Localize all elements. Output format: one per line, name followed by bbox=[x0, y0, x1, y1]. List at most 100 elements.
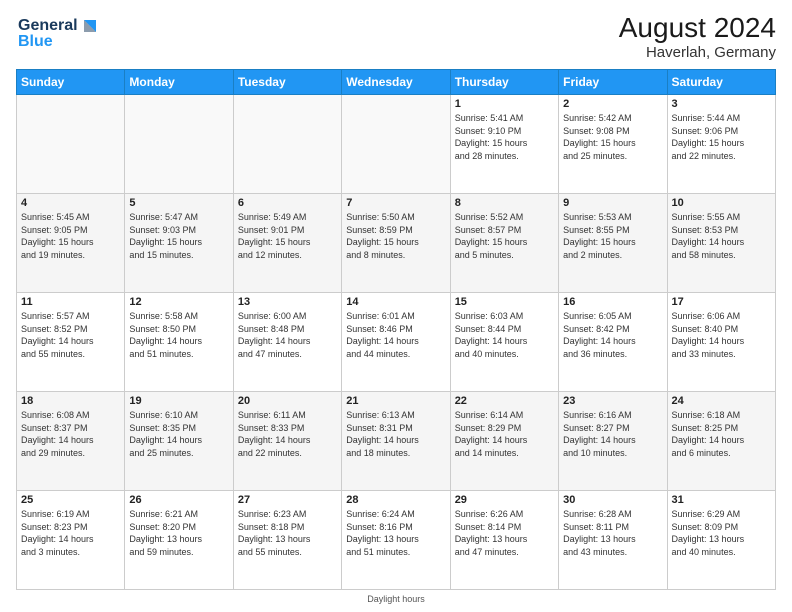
day-number: 5 bbox=[129, 197, 228, 209]
day-cell: 7 Sunrise: 5:50 AM Sunset: 8:59 PM Daylig… bbox=[342, 194, 450, 293]
day-number: 28 bbox=[346, 494, 445, 506]
col-wednesday: Wednesday bbox=[342, 70, 450, 95]
day-number: 13 bbox=[238, 296, 337, 308]
day-info: Sunrise: 6:01 AM Sunset: 8:46 PM Dayligh… bbox=[346, 310, 445, 360]
day-info: Sunrise: 6:00 AM Sunset: 8:48 PM Dayligh… bbox=[238, 310, 337, 360]
day-info: Sunrise: 5:57 AM Sunset: 8:52 PM Dayligh… bbox=[21, 310, 120, 360]
day-info: Sunrise: 5:52 AM Sunset: 8:57 PM Dayligh… bbox=[455, 211, 554, 261]
day-number: 30 bbox=[563, 494, 662, 506]
day-info: Sunrise: 5:42 AM Sunset: 9:08 PM Dayligh… bbox=[563, 112, 662, 162]
day-cell bbox=[342, 95, 450, 194]
day-info: Sunrise: 5:53 AM Sunset: 8:55 PM Dayligh… bbox=[563, 211, 662, 261]
day-number: 25 bbox=[21, 494, 120, 506]
day-number: 16 bbox=[563, 296, 662, 308]
day-cell bbox=[17, 95, 125, 194]
page-container: General Blue August 2024 Haverlah, Germa… bbox=[0, 0, 792, 612]
day-cell: 2Sunrise: 5:42 AM Sunset: 9:08 PM Daylig… bbox=[559, 95, 667, 194]
day-number: 12 bbox=[129, 296, 228, 308]
day-number: 4 bbox=[21, 197, 120, 209]
col-friday: Friday bbox=[559, 70, 667, 95]
day-info: Sunrise: 5:58 AM Sunset: 8:50 PM Dayligh… bbox=[129, 310, 228, 360]
week-row-2: 4 Sunrise: 5:45 AM Sunset: 9:05 PM Daylig… bbox=[17, 194, 776, 293]
day-cell: 8 Sunrise: 5:52 AM Sunset: 8:57 PM Daylig… bbox=[450, 194, 558, 293]
day-cell: 14 Sunrise: 6:01 AM Sunset: 8:46 PM Dayli… bbox=[342, 293, 450, 392]
day-info: Sunrise: 6:28 AM Sunset: 8:11 PM Dayligh… bbox=[563, 508, 662, 558]
day-cell: 1Sunrise: 5:41 AM Sunset: 9:10 PM Daylig… bbox=[450, 95, 558, 194]
logo-icon: General Blue bbox=[16, 12, 106, 54]
col-monday: Monday bbox=[125, 70, 233, 95]
day-cell: 24 Sunrise: 6:18 AM Sunset: 8:25 PM Dayli… bbox=[667, 392, 775, 491]
day-cell: 30 Sunrise: 6:28 AM Sunset: 8:11 PM Dayli… bbox=[559, 491, 667, 590]
day-info: Sunrise: 6:24 AM Sunset: 8:16 PM Dayligh… bbox=[346, 508, 445, 558]
day-number: 8 bbox=[455, 197, 554, 209]
day-cell: 13 Sunrise: 6:00 AM Sunset: 8:48 PM Dayli… bbox=[233, 293, 341, 392]
day-info: Sunrise: 5:41 AM Sunset: 9:10 PM Dayligh… bbox=[455, 112, 554, 162]
day-cell: 18 Sunrise: 6:08 AM Sunset: 8:37 PM Dayli… bbox=[17, 392, 125, 491]
day-info: Sunrise: 6:14 AM Sunset: 8:29 PM Dayligh… bbox=[455, 409, 554, 459]
day-info: Sunrise: 6:16 AM Sunset: 8:27 PM Dayligh… bbox=[563, 409, 662, 459]
day-info: Sunrise: 5:44 AM Sunset: 9:06 PM Dayligh… bbox=[672, 112, 771, 162]
day-number: 7 bbox=[346, 197, 445, 209]
day-cell: 22 Sunrise: 6:14 AM Sunset: 8:29 PM Dayli… bbox=[450, 392, 558, 491]
daylight-label: Daylight hours bbox=[367, 594, 425, 604]
day-number: 14 bbox=[346, 296, 445, 308]
day-cell: 17Sunrise: 6:06 AM Sunset: 8:40 PM Dayli… bbox=[667, 293, 775, 392]
day-info: Sunrise: 6:10 AM Sunset: 8:35 PM Dayligh… bbox=[129, 409, 228, 459]
day-cell: 26Sunrise: 6:21 AM Sunset: 8:20 PM Dayli… bbox=[125, 491, 233, 590]
day-cell: 19Sunrise: 6:10 AM Sunset: 8:35 PM Dayli… bbox=[125, 392, 233, 491]
day-cell: 27Sunrise: 6:23 AM Sunset: 8:18 PM Dayli… bbox=[233, 491, 341, 590]
day-cell: 16Sunrise: 6:05 AM Sunset: 8:42 PM Dayli… bbox=[559, 293, 667, 392]
footer: Daylight hours bbox=[16, 594, 776, 604]
day-cell: 15Sunrise: 6:03 AM Sunset: 8:44 PM Dayli… bbox=[450, 293, 558, 392]
day-info: Sunrise: 6:08 AM Sunset: 8:37 PM Dayligh… bbox=[21, 409, 120, 459]
col-tuesday: Tuesday bbox=[233, 70, 341, 95]
day-cell: 21Sunrise: 6:13 AM Sunset: 8:31 PM Dayli… bbox=[342, 392, 450, 491]
day-info: Sunrise: 6:13 AM Sunset: 8:31 PM Dayligh… bbox=[346, 409, 445, 459]
day-cell: 5 Sunrise: 5:47 AM Sunset: 9:03 PM Daylig… bbox=[125, 194, 233, 293]
day-cell bbox=[125, 95, 233, 194]
week-row-1: 1Sunrise: 5:41 AM Sunset: 9:10 PM Daylig… bbox=[17, 95, 776, 194]
week-row-4: 18 Sunrise: 6:08 AM Sunset: 8:37 PM Dayli… bbox=[17, 392, 776, 491]
day-info: Sunrise: 6:29 AM Sunset: 8:09 PM Dayligh… bbox=[672, 508, 771, 558]
location: Haverlah, Germany bbox=[619, 44, 776, 61]
day-info: Sunrise: 6:18 AM Sunset: 8:25 PM Dayligh… bbox=[672, 409, 771, 459]
calendar-header-row: Sunday Monday Tuesday Wednesday Thursday… bbox=[17, 70, 776, 95]
day-info: Sunrise: 5:55 AM Sunset: 8:53 PM Dayligh… bbox=[672, 211, 771, 261]
day-info: Sunrise: 5:47 AM Sunset: 9:03 PM Dayligh… bbox=[129, 211, 228, 261]
svg-text:General: General bbox=[18, 17, 78, 34]
col-saturday: Saturday bbox=[667, 70, 775, 95]
day-info: Sunrise: 6:21 AM Sunset: 8:20 PM Dayligh… bbox=[129, 508, 228, 558]
day-number: 17 bbox=[672, 296, 771, 308]
header: General Blue August 2024 Haverlah, Germa… bbox=[16, 12, 776, 61]
day-number: 18 bbox=[21, 395, 120, 407]
day-info: Sunrise: 6:26 AM Sunset: 8:14 PM Dayligh… bbox=[455, 508, 554, 558]
col-thursday: Thursday bbox=[450, 70, 558, 95]
day-number: 9 bbox=[563, 197, 662, 209]
calendar-table: Sunday Monday Tuesday Wednesday Thursday… bbox=[16, 69, 776, 590]
day-number: 27 bbox=[238, 494, 337, 506]
week-row-5: 25 Sunrise: 6:19 AM Sunset: 8:23 PM Dayli… bbox=[17, 491, 776, 590]
day-cell: 29 Sunrise: 6:26 AM Sunset: 8:14 PM Dayli… bbox=[450, 491, 558, 590]
day-cell: 11 Sunrise: 5:57 AM Sunset: 8:52 PM Dayli… bbox=[17, 293, 125, 392]
day-number: 11 bbox=[21, 296, 120, 308]
day-info: Sunrise: 5:45 AM Sunset: 9:05 PM Dayligh… bbox=[21, 211, 120, 261]
day-number: 29 bbox=[455, 494, 554, 506]
week-row-3: 11 Sunrise: 5:57 AM Sunset: 8:52 PM Dayli… bbox=[17, 293, 776, 392]
logo: General Blue bbox=[16, 12, 106, 59]
day-number: 10 bbox=[672, 197, 771, 209]
day-cell: 12 Sunrise: 5:58 AM Sunset: 8:50 PM Dayli… bbox=[125, 293, 233, 392]
day-info: Sunrise: 6:19 AM Sunset: 8:23 PM Dayligh… bbox=[21, 508, 120, 558]
day-info: Sunrise: 5:50 AM Sunset: 8:59 PM Dayligh… bbox=[346, 211, 445, 261]
day-number: 3 bbox=[672, 98, 771, 110]
day-number: 24 bbox=[672, 395, 771, 407]
day-cell: 31 Sunrise: 6:29 AM Sunset: 8:09 PM Dayli… bbox=[667, 491, 775, 590]
day-cell: 28 Sunrise: 6:24 AM Sunset: 8:16 PM Dayli… bbox=[342, 491, 450, 590]
day-cell: 23Sunrise: 6:16 AM Sunset: 8:27 PM Dayli… bbox=[559, 392, 667, 491]
day-number: 22 bbox=[455, 395, 554, 407]
day-cell: 25 Sunrise: 6:19 AM Sunset: 8:23 PM Dayli… bbox=[17, 491, 125, 590]
month-year: August 2024 bbox=[619, 12, 776, 44]
day-cell: 4 Sunrise: 5:45 AM Sunset: 9:05 PM Daylig… bbox=[17, 194, 125, 293]
svg-text:Blue: Blue bbox=[18, 33, 53, 50]
day-number: 15 bbox=[455, 296, 554, 308]
day-number: 31 bbox=[672, 494, 771, 506]
